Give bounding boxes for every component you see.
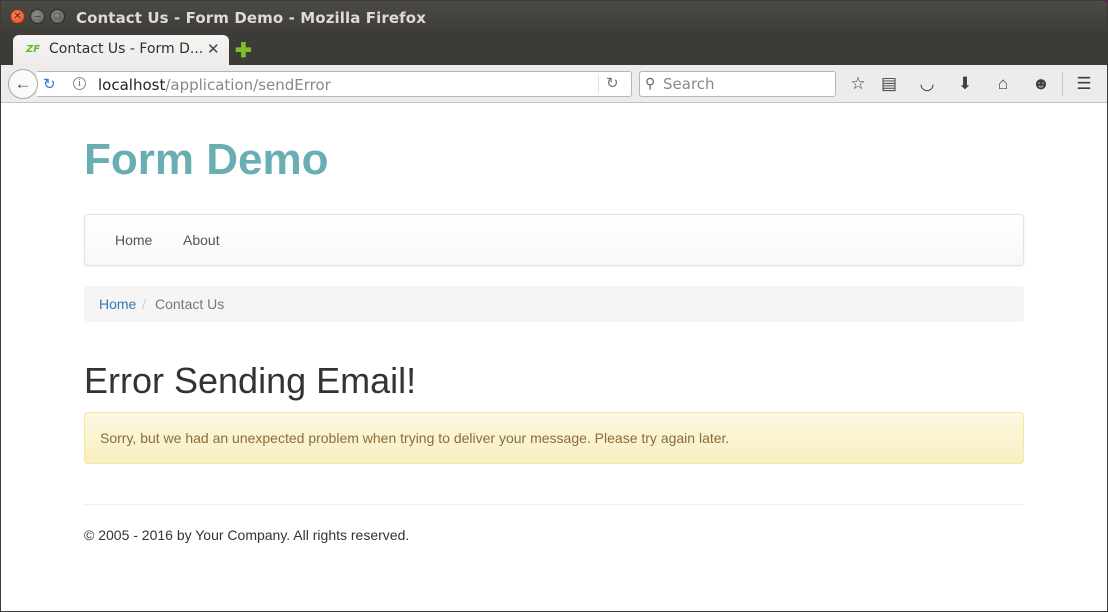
bookmarks-menu-icon[interactable]: ▤ [878, 73, 900, 95]
refresh-icon[interactable]: ↻ [606, 74, 619, 92]
tab-contact-us[interactable]: ZF Contact Us - Form D... ✕ [13, 35, 229, 65]
new-tab-icon[interactable]: ✚ [235, 38, 252, 63]
footer-divider [84, 504, 1024, 505]
window-maximize-button[interactable]: □ [50, 9, 65, 24]
breadcrumb-current: Contact Us [155, 296, 225, 312]
downloads-icon[interactable]: ⬇ [954, 73, 976, 95]
breadcrumb-home-link[interactable]: Home [99, 296, 136, 312]
search-bar[interactable]: ⚲ [639, 71, 836, 97]
reload-icon[interactable]: ↻ [43, 75, 56, 93]
nav-link-home[interactable]: Home [115, 232, 152, 248]
url-bar[interactable]: ↻ i localhost/application/sendError ↻ [37, 71, 632, 97]
bookmark-star-icon[interactable]: ☆ [847, 73, 869, 95]
tab-strip: ZF Contact Us - Form D... ✕ ✚ [1, 35, 1107, 65]
page-heading: Error Sending Email! [84, 360, 417, 401]
site-info-icon[interactable]: i [73, 77, 86, 90]
window-title: Contact Us - Form Demo - Mozilla Firefox [76, 9, 426, 27]
site-title[interactable]: Form Demo [84, 135, 328, 185]
tab-label: Contact Us - Form D... [49, 41, 204, 57]
page-content: Form Demo Home About Home / Contact Us E… [1, 104, 1107, 611]
url-host: localhost [98, 76, 166, 94]
footer-copyright: © 2005 - 2016 by Your Company. All right… [84, 527, 410, 543]
back-arrow-icon: ← [14, 74, 32, 93]
warning-alert: Sorry, but we had an unexpected problem … [84, 412, 1024, 464]
alert-message: Sorry, but we had an unexpected problem … [100, 430, 730, 446]
url-text[interactable]: localhost/application/sendError [98, 76, 331, 94]
hello-chat-icon[interactable]: ☻ [1030, 73, 1052, 95]
window-minimize-button[interactable]: – [30, 9, 45, 24]
pocket-icon[interactable]: ◡ [916, 73, 938, 95]
window-close-button[interactable]: ✕ [10, 9, 25, 24]
breadcrumb: Home / Contact Us [84, 286, 1024, 322]
toolbar-divider [1062, 72, 1063, 96]
home-icon[interactable]: ⌂ [992, 73, 1014, 95]
browser-window: ✕ – □ Contact Us - Form Demo - Mozilla F… [0, 0, 1108, 612]
back-button[interactable]: ← [8, 69, 38, 99]
breadcrumb-separator: / [142, 296, 146, 312]
site-navbar: Home About [84, 214, 1024, 266]
zf-favicon-icon: ZF [26, 44, 41, 55]
navigation-toolbar: ↻ i localhost/application/sendError ↻ ← … [1, 65, 1107, 103]
tab-close-icon[interactable]: ✕ [207, 40, 220, 58]
nav-link-about[interactable]: About [183, 232, 220, 248]
url-path: /application/sendError [165, 76, 331, 94]
title-bar: ✕ – □ Contact Us - Form Demo - Mozilla F… [1, 1, 1107, 35]
url-bar-divider [598, 75, 599, 93]
search-input[interactable] [663, 75, 828, 93]
hamburger-menu-icon[interactable]: ☰ [1073, 73, 1095, 95]
search-icon: ⚲ [645, 75, 656, 91]
